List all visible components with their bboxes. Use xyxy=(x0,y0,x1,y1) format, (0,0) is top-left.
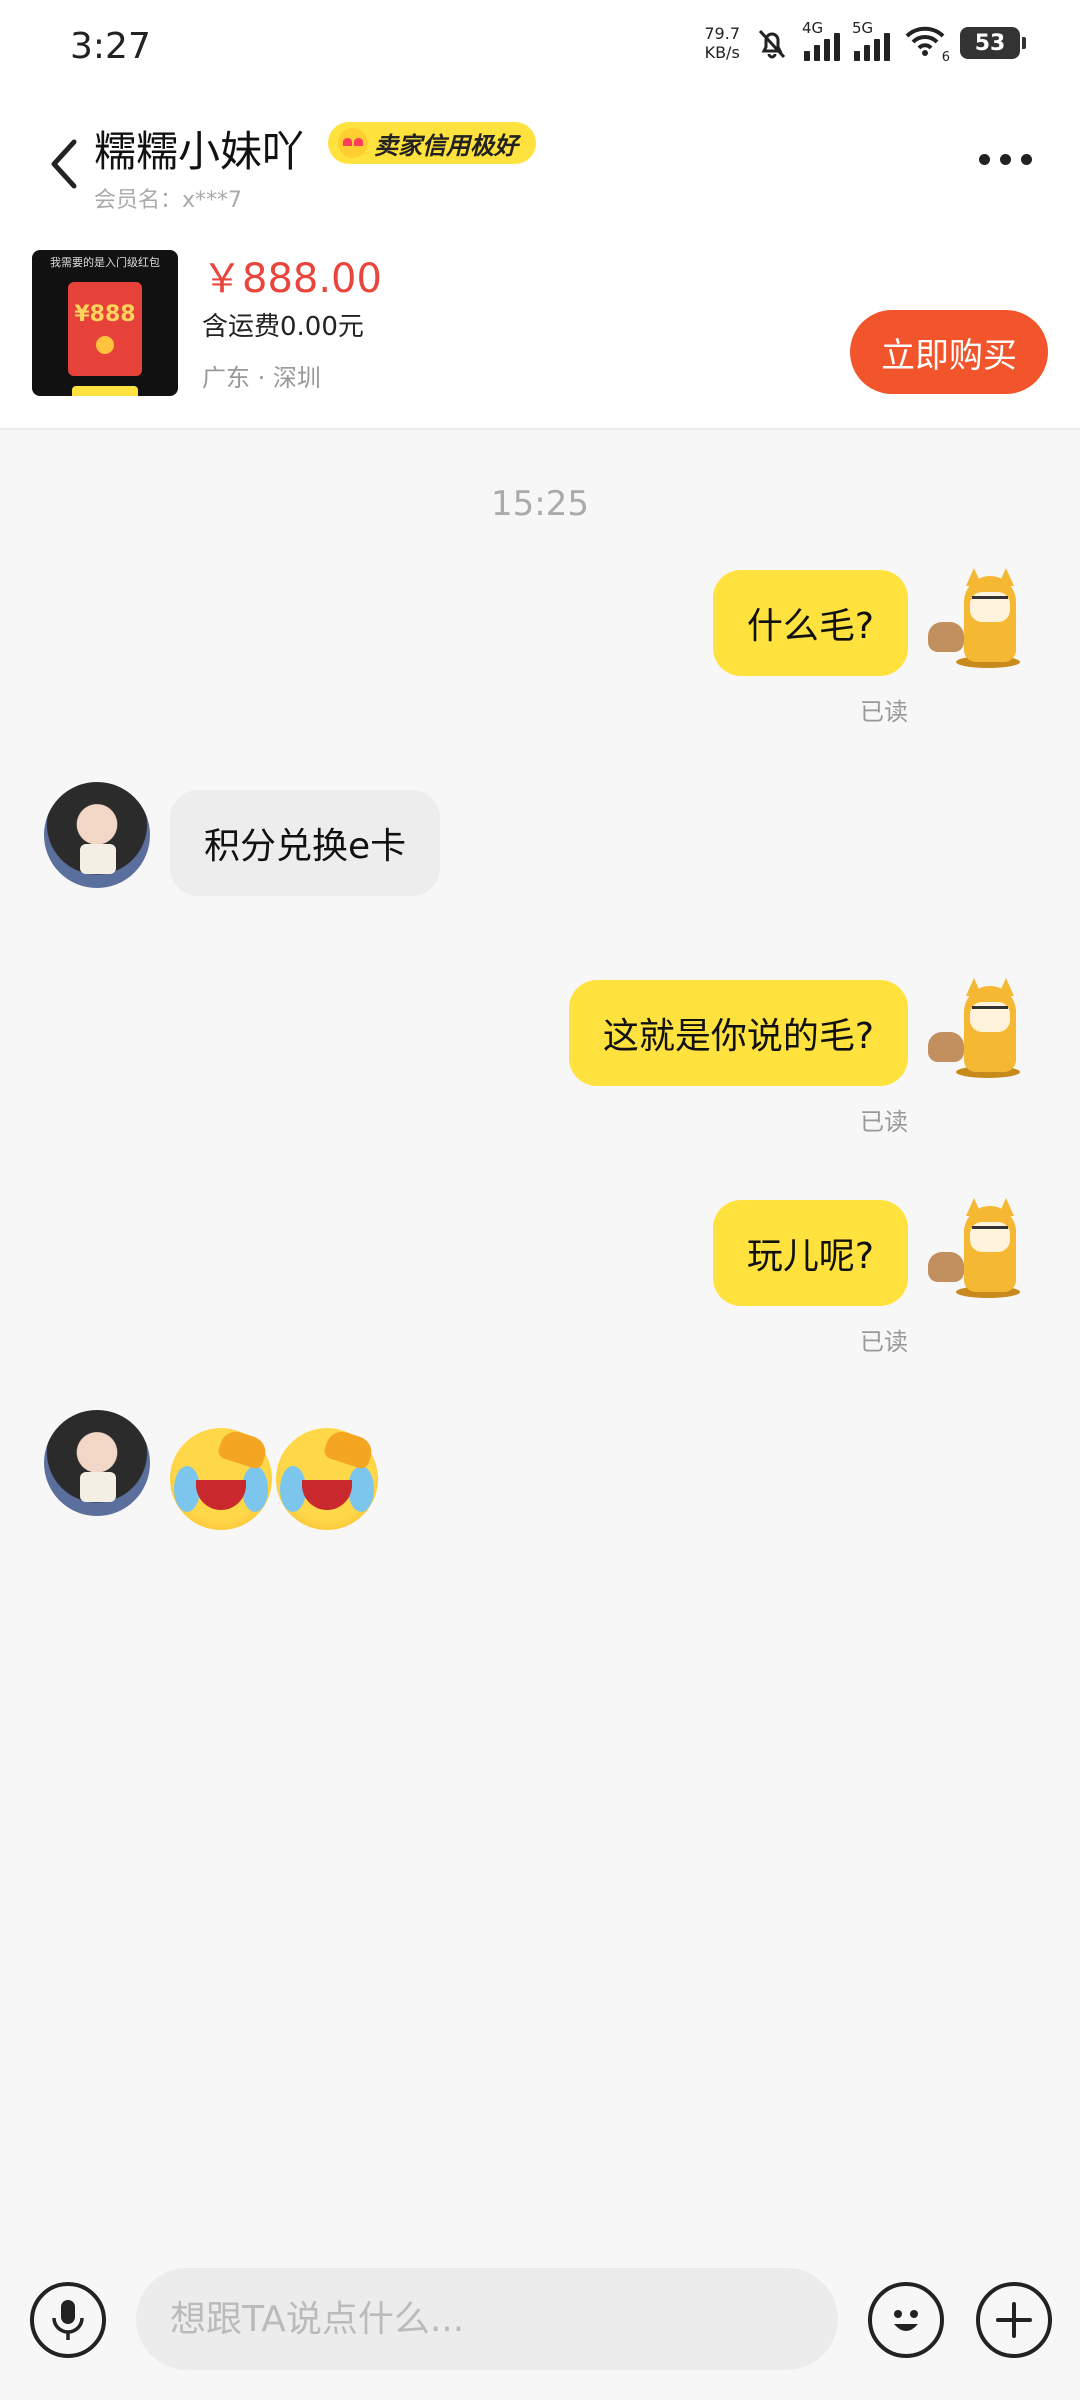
buy-now-button[interactable]: 立即购买 xyxy=(850,310,1048,394)
outgoing-message-bubble[interactable]: 这就是你说的毛? xyxy=(568,980,908,1086)
signal-4g-label: 4G xyxy=(802,19,824,37)
smiley-icon xyxy=(894,2310,918,2331)
battery-icon: 53 xyxy=(960,27,1026,59)
more-actions-button[interactable] xyxy=(976,2282,1052,2358)
credit-badge-label: 卖家信用极好 xyxy=(374,131,518,160)
signal-5g-icon: 5G xyxy=(852,19,890,61)
coin-icon xyxy=(96,336,114,354)
back-arrow-icon[interactable] xyxy=(38,134,88,194)
voice-button[interactable] xyxy=(30,2282,106,2358)
emoji-button[interactable] xyxy=(868,2282,944,2358)
shipping-info: 含运费0.00元 xyxy=(202,312,364,342)
red-envelope-image xyxy=(68,282,142,376)
signal-5g-label: 5G xyxy=(852,19,874,37)
outgoing-message-bubble[interactable]: 什么毛? xyxy=(712,570,908,676)
status-time: 3:27 xyxy=(70,26,151,67)
wifi-badge: 6 xyxy=(941,50,950,65)
wifi-indicator: 6 xyxy=(904,25,950,65)
mute-bell-icon xyxy=(758,29,786,59)
network-speed-unit: KB/s xyxy=(704,43,740,62)
read-receipt: 已读 xyxy=(860,1108,908,1136)
more-dots-icon[interactable] xyxy=(979,154,1032,165)
read-receipt: 已读 xyxy=(860,1328,908,1356)
credit-badge[interactable]: 卖家信用极好 xyxy=(328,122,536,164)
my-avatar-doge[interactable] xyxy=(922,976,1028,1082)
microphone-icon xyxy=(52,2300,84,2340)
wifi-icon xyxy=(905,26,945,56)
chat-timestamp: 15:25 xyxy=(491,484,589,524)
seller-name[interactable]: 糯糯小妹吖 xyxy=(94,118,304,179)
network-speed-value: 79.7 xyxy=(704,24,740,43)
thumbnail-stripe xyxy=(72,386,138,396)
outgoing-message-bubble[interactable]: 玩儿呢? xyxy=(712,1200,908,1306)
thumbnail-caption: 我需要的是入门级红包 xyxy=(50,256,160,269)
incoming-message-bubble[interactable]: 积分兑换e卡 xyxy=(170,790,441,896)
seller-avatar[interactable] xyxy=(44,1410,150,1516)
status-icons: 79.7 KB/s 4G 5G 6 53 xyxy=(704,19,1026,65)
laugh-cry-emoji-icon[interactable] xyxy=(170,1427,272,1530)
chat-header: 糯糯小妹吖 卖家信用极好 会员名：x***7 我需要的是入门级红包 ¥888 ￥… xyxy=(0,100,1080,430)
member-name: 会员名：x***7 xyxy=(94,188,243,213)
product-price: ￥888.00 xyxy=(202,256,382,302)
seller-avatar[interactable] xyxy=(44,782,150,888)
my-avatar-doge[interactable] xyxy=(922,1196,1028,1302)
read-receipt: 已读 xyxy=(860,698,908,726)
battery-level: 53 xyxy=(974,30,1006,56)
message-input[interactable] xyxy=(136,2268,838,2370)
product-thumbnail[interactable]: 我需要的是入门级红包 ¥888 xyxy=(32,250,178,396)
plus-icon xyxy=(996,2302,1032,2338)
input-bar xyxy=(0,2252,1080,2400)
network-speed: 79.7 KB/s xyxy=(704,24,740,62)
laugh-cry-emoji-icon[interactable] xyxy=(276,1427,378,1530)
product-location: 广东 · 深圳 xyxy=(202,364,321,392)
signal-4g-icon: 4G xyxy=(802,19,840,61)
thumbnail-amount: ¥888 xyxy=(74,302,136,327)
heart-eyes-icon xyxy=(338,128,368,158)
my-avatar-doge[interactable] xyxy=(922,566,1028,672)
status-bar: 3:27 79.7 KB/s 4G 5G 6 53 xyxy=(0,0,1080,100)
